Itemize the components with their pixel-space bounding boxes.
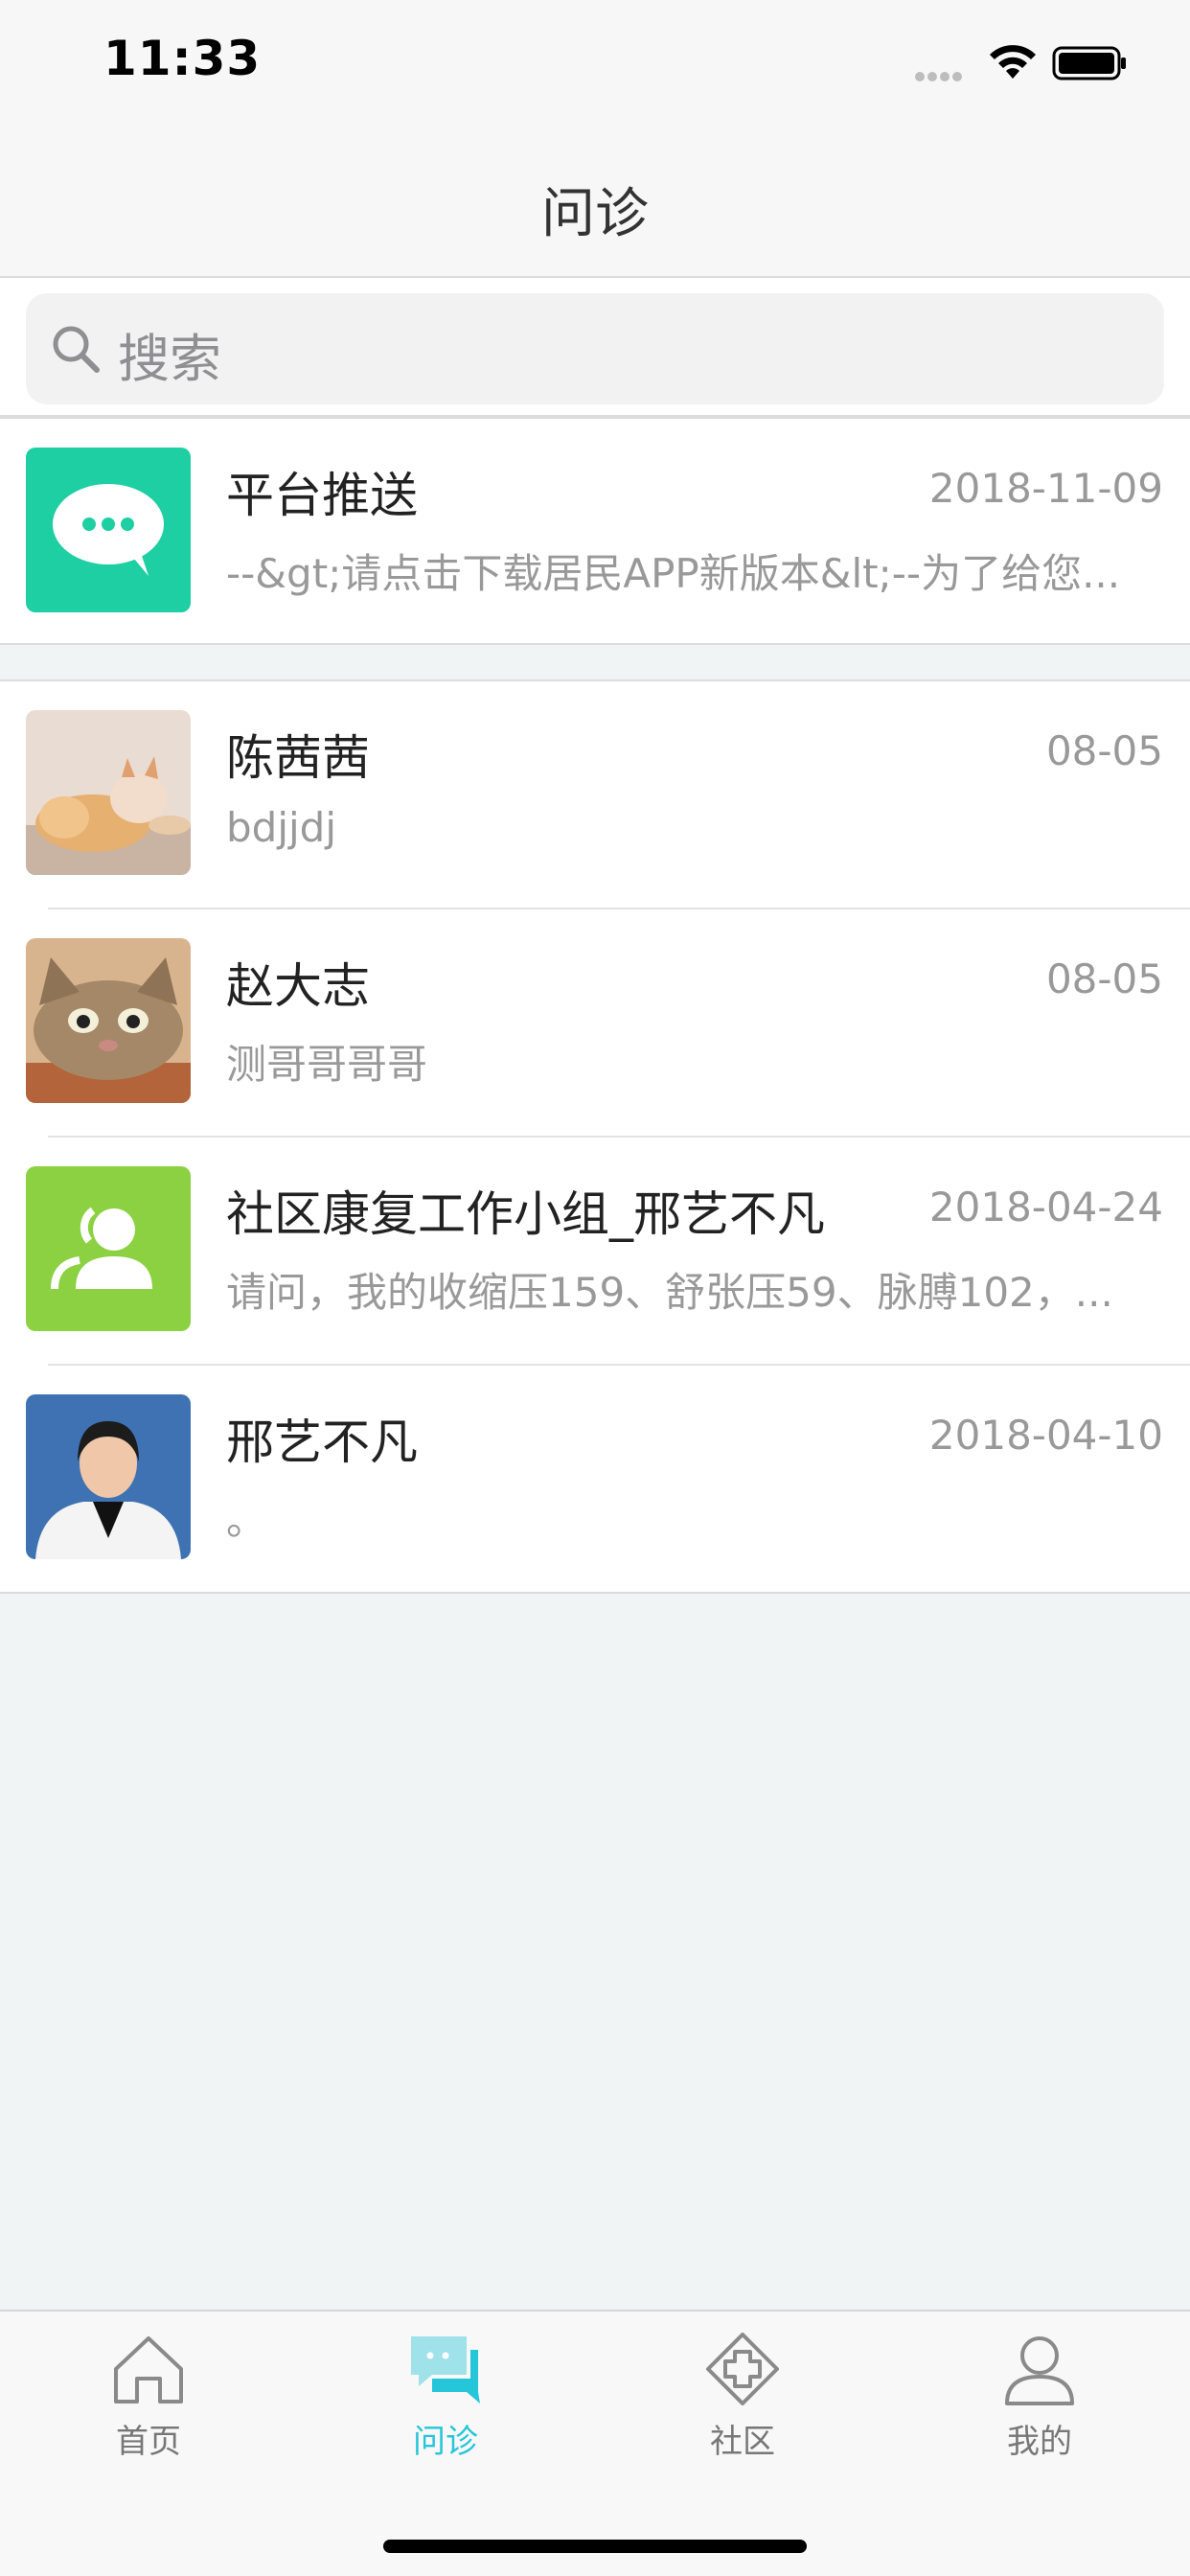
tab-home[interactable]: 首页 [0, 2331, 297, 2494]
tab-label: 我的 [1007, 2423, 1072, 2461]
cat-avatar [26, 938, 191, 1103]
tab-label: 问诊 [413, 2423, 478, 2461]
home-icon [114, 2336, 183, 2404]
search-area: 搜索 [0, 278, 1190, 417]
tab-mine[interactable]: 我的 [891, 2331, 1188, 2494]
pinned-group: 平台推送 2018-11-09 --&gt;请点击下载居民APP新版本&lt;-… [0, 417, 1190, 645]
chat-row[interactable]: 邢艺不凡 2018-04-10 。 [0, 1366, 1190, 1594]
tab-consult[interactable]: 问诊 [297, 2331, 594, 2494]
puppy-kitten-avatar [26, 710, 191, 875]
tab-label: 社区 [710, 2423, 775, 2461]
search-placeholder: 搜索 [118, 329, 221, 389]
page-title: 问诊 [541, 183, 649, 245]
nav-bar: 问诊 [0, 126, 1190, 278]
search-icon [53, 326, 100, 373]
chat-message: bdjjdj [226, 804, 336, 851]
chat-name: 邢艺不凡 [226, 1414, 418, 1470]
chat-date: 08-05 [1045, 955, 1163, 1002]
chat-icon [411, 2336, 480, 2404]
community-icon [706, 2333, 779, 2405]
chat-row[interactable]: 陈茜茜 08-05 bdjjdj [0, 681, 1190, 909]
chat-date: 2018-11-09 [928, 465, 1163, 512]
chat-date: 2018-04-10 [928, 1412, 1163, 1459]
chat-date: 08-05 [1045, 727, 1163, 774]
status-time: 11:33 [103, 31, 262, 86]
profile-icon [1005, 2336, 1074, 2405]
tab-community[interactable]: 社区 [594, 2331, 891, 2494]
chat-date: 2018-04-24 [928, 1184, 1163, 1230]
chat-row[interactable]: 赵大志 08-05 测哥哥哥哥 [0, 909, 1190, 1138]
chat-row[interactable]: 社区康复工作小组_邢艺不凡 2018-04-24 请问，我的收缩压159、舒张压… [0, 1138, 1190, 1366]
chat-name: 社区康复工作小组_邢艺不凡 [226, 1186, 825, 1242]
chat-message: 测哥哥哥哥 [226, 1041, 428, 1088]
chat-message: 。 [226, 1497, 267, 1544]
chat-message: --&gt;请点击下载居民APP新版本&lt;--为了给您... [226, 550, 1121, 597]
group-avatar [26, 1166, 191, 1331]
group-icon [51, 1207, 152, 1290]
signal-icon [915, 67, 965, 85]
tab-label: 首页 [116, 2423, 181, 2461]
wifi-icon [990, 45, 1036, 79]
doctor-avatar [26, 1394, 191, 1559]
chat-list: 陈茜茜 08-05 bdjjdj 赵大志 08-05 测哥哥哥哥 社区康复工作小… [0, 679, 1190, 1594]
chat-message: 请问，我的收缩压159、舒张压59、脉膊102，... [226, 1269, 1113, 1316]
battery-icon [1052, 46, 1126, 80]
chat-name: 陈茜茜 [226, 730, 370, 786]
chat-name: 赵大志 [226, 958, 370, 1014]
message-bubble-icon [53, 484, 164, 576]
tab-bar: 首页 问诊 社区 我的 [0, 2310, 1190, 2576]
home-indicator[interactable] [383, 2540, 807, 2553]
chat-row-platform-push[interactable]: 平台推送 2018-11-09 --&gt;请点击下载居民APP新版本&lt;-… [0, 419, 1190, 647]
status-bar: 11:33 [0, 0, 1190, 126]
chat-name: 平台推送 [226, 468, 418, 523]
avatar [26, 448, 191, 612]
search-input[interactable]: 搜索 [26, 293, 1164, 404]
